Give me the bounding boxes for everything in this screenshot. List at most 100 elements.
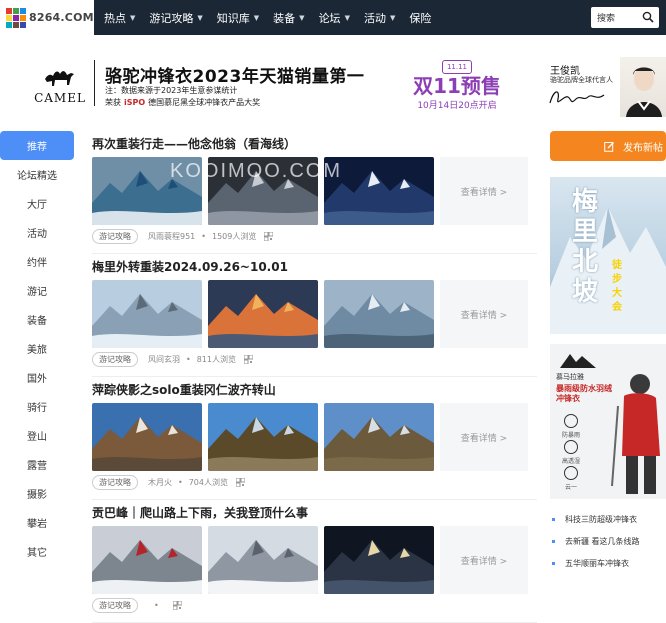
celebrity-role: 骆驼品牌全球代言人 [550,76,613,84]
person-icon [626,67,662,117]
view-details-button[interactable]: 查看详情 > [440,526,528,594]
award-text: 德国慕尼黑全球冲锋衣产品大奖 [148,98,261,107]
feature-other: 云一 [560,466,582,491]
post-tag[interactable]: 游记攻略 [92,228,138,244]
sidebar-item-7[interactable]: 美旅 [0,334,74,363]
nav-item-label: 知识库 [216,11,250,25]
qr-code-icon[interactable] [264,231,274,241]
post-title[interactable]: 梅里外转重装2024.09.26~10.01 [92,254,537,280]
ispo-logo: iSPO [124,98,146,107]
sidebar-item-3[interactable]: 活动 [0,218,74,247]
post-feed: 再次重装行走——他念他翁（看海线） 查看详情 > 游记攻略 风雨蓑程951 • 1509人… [92,131,537,623]
post-author[interactable]: 木月火 [148,477,172,488]
news-item[interactable]: 五华顺丽车冲锋衣 [550,552,666,574]
camel-ad-banner[interactable]: CAMEL 骆驼冲锋衣2023年天猫销量第一 注：数据来源于2023年生意参谋统… [0,35,666,127]
ad1-vertical-title: 梅里北坡 [572,187,599,307]
post-thumbnail[interactable] [208,526,318,594]
news-item[interactable]: 科技三防超级冲锋衣 [550,508,666,530]
nav-item-3[interactable]: 装备 ▼ [273,10,304,26]
qr-code-icon[interactable] [244,354,253,364]
post-author[interactable]: 风间玄羽 [148,354,180,365]
nav-item-2[interactable]: 知识库 ▼ [217,10,259,26]
sidebar-item-13[interactable]: 攀岩 [0,508,74,537]
chevron-down-icon: ▼ [344,13,350,22]
meili-north-slope-ad[interactable]: 梅里北坡 徒步大会 [550,177,666,334]
promo-subtitle: 10月14日20点开启 [417,101,497,111]
ad2-brand: 慕马拉雅 [556,373,584,381]
camel-brand-logo: CAMEL [30,65,90,113]
sidebar-item-8[interactable]: 国外 [0,363,74,392]
sidebar-item-10[interactable]: 登山 [0,421,74,450]
camel-brand-text: CAMEL [34,91,86,105]
ad1-vertical-subtitle: 徒步大会 [612,260,622,313]
sidebar-item-0[interactable]: 推荐 [0,131,74,160]
chevron-down-icon: ▼ [389,13,396,22]
post-card[interactable]: 梅里外转重装2024.09.26~10.01 查看详情 > 游记攻略 风间玄羽 • 811… [92,254,537,377]
post-author[interactable]: 风雨蓑程951 [148,231,195,242]
nav-item-5[interactable]: 活动 ▼ [364,10,395,26]
sidebar-item-11[interactable]: 露营 [0,450,74,479]
sidebar-item-14[interactable]: 其它 [0,537,74,566]
search-icon[interactable] [642,11,654,23]
post-thumbnail[interactable] [92,526,202,594]
sidebar-item-12[interactable]: 摄影 [0,479,74,508]
award-prefix: 荣获 [105,98,121,107]
post-thumbnail[interactable] [92,157,202,225]
sidebar-item-2[interactable]: 大厅 [0,189,74,218]
nav-item-4[interactable]: 论坛 ▼ [319,10,350,26]
sidebar-item-4[interactable]: 约伴 [0,247,74,276]
sidebar-item-9[interactable]: 骑行 [0,392,74,421]
post-thumbnail[interactable] [208,280,318,348]
chevron-down-icon: ▼ [253,13,260,22]
logo-text: 8264.COM [29,11,94,24]
post-title[interactable]: 贡巴峰｜爬山路上下雨，关我登顶什么事 [92,500,537,526]
view-details-button[interactable]: 查看详情 > [440,157,528,225]
post-card[interactable]: 萍踪侠影之solo重装冈仁波齐转山 查看详情 > 游记攻略 木月火 • 704人浏览 [92,377,537,500]
post-meta: 游记攻略 • [92,594,537,616]
post-card[interactable]: 贡巴峰｜爬山路上下雨，关我登顶什么事 查看详情 > 游记攻略 • [92,500,537,623]
post-card[interactable]: 再次重装行走——他念他翁（看海线） 查看详情 > 游记攻略 风雨蓑程951 • 1509人… [92,131,537,254]
post-thumbnail[interactable] [208,157,318,225]
post-thumbnail[interactable] [324,526,434,594]
view-details-button[interactable]: 查看详情 > [440,403,528,471]
post-title[interactable]: 萍踪侠影之solo重装冈仁波齐转山 [92,377,537,403]
channel-sidebar: 推荐 论坛精选 大厅 活动 约伴 游记 装备 美旅 国外 骑行 登山 露营 摄影 攀岩 其它 [0,131,74,566]
separator-dot: • [186,354,191,364]
mountain-logo-icon [560,354,596,368]
post-thumbnail[interactable] [324,403,434,471]
post-thumbnail[interactable] [92,403,202,471]
sidebar-item-1[interactable]: 论坛精选 [0,160,74,189]
chevron-down-icon: ▼ [130,13,136,22]
nav-item-0[interactable]: 热点 ▼ [104,10,135,26]
publish-label: 发布新帖 [623,142,663,154]
post-tag[interactable]: 游记攻略 [92,351,138,367]
sidebar-item-5[interactable]: 游记 [0,276,74,305]
post-thumbnail[interactable] [208,403,318,471]
nav-item-1[interactable]: 游记攻略 ▼ [149,10,202,26]
post-thumbnail[interactable] [92,280,202,348]
qr-code-icon[interactable] [172,600,182,610]
news-item[interactable]: 去新疆 看这几条线路 [550,530,666,552]
qr-code-icon[interactable] [236,477,245,487]
nav-item-label: 热点 [104,11,126,25]
post-tag[interactable]: 游记攻略 [92,474,138,490]
post-title[interactable]: 再次重装行走——他念他翁（看海线） [92,131,537,157]
post-tag[interactable]: 游记攻略 [92,597,138,613]
post-thumbnail[interactable] [324,280,434,348]
mumalaya-jacket-ad[interactable]: 慕马拉雅 暴雨级防水羽绒冲锋衣 防暴雨 高透湿 云一 [550,344,666,499]
search-box[interactable] [591,7,659,28]
search-input[interactable] [597,12,641,23]
news-item-label: 五华顺丽车冲锋衣 [565,558,629,568]
nav-item-label: 论坛 [318,11,341,25]
banner-note: 注：数据来源于2023年生意参谋统计 [105,86,238,95]
separator-dot: • [178,477,183,487]
publish-new-post-button[interactable]: 发布新帖 [550,131,666,161]
post-views: 704人浏览 [188,477,228,487]
sidebar-item-6[interactable]: 装备 [0,305,74,334]
double-11-promo: 11.11 双11预售 10月14日20点开启 [412,60,502,111]
site-logo[interactable]: 8264.COM [0,0,94,35]
climber-image [611,374,660,494]
nav-item-6[interactable]: 保险 [409,10,431,26]
post-thumbnail[interactable] [324,157,434,225]
view-details-button[interactable]: 查看详情 > [440,280,528,348]
